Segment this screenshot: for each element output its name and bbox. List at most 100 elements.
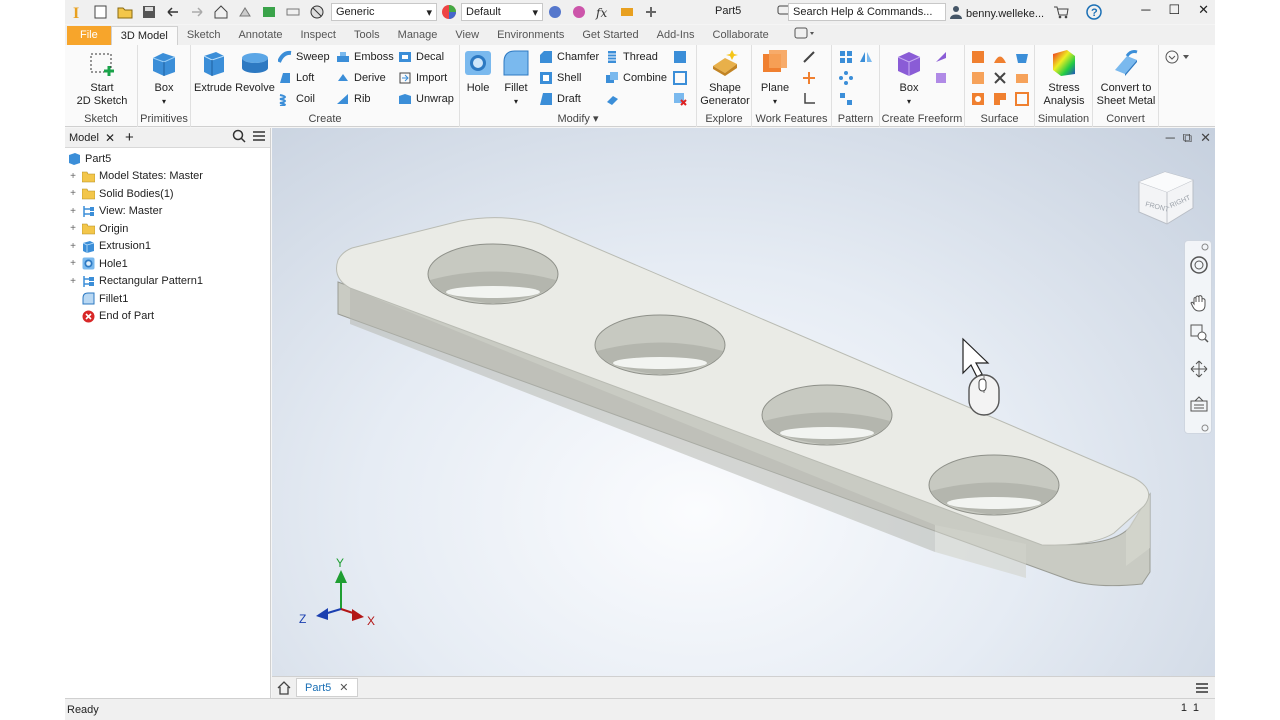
mirror-icon[interactable]: [859, 50, 873, 64]
hole-button[interactable]: Hole: [462, 48, 494, 95]
freeform-box-button[interactable]: Box ▾: [892, 48, 926, 108]
shape-generator-button[interactable]: Shape Generator: [699, 48, 751, 108]
part-model[interactable]: [272, 128, 1215, 676]
combine-button[interactable]: Combine: [605, 69, 667, 87]
hole-2[interactable]: [594, 314, 726, 376]
add-icon[interactable]: [643, 4, 659, 20]
freeform-face-icon[interactable]: [934, 71, 948, 85]
document-tab-part5[interactable]: Part5 ✕: [296, 678, 358, 697]
redo-icon[interactable]: [189, 4, 205, 20]
pan-hand-icon[interactable]: [1189, 293, 1209, 313]
coil-button[interactable]: Coil: [278, 90, 315, 108]
expand-icon[interactable]: +: [68, 188, 78, 199]
rectangular-pattern-icon[interactable]: [839, 50, 853, 64]
tree-node[interactable]: Fillet1: [65, 290, 271, 308]
tab-collaborate[interactable]: Collaborate: [704, 26, 778, 45]
axis-icon[interactable]: [802, 50, 816, 64]
clear-icon[interactable]: [571, 4, 587, 20]
emboss-button[interactable]: Emboss: [336, 48, 394, 66]
maximize-icon[interactable]: ☐: [1168, 2, 1180, 18]
repair-bodies-icon[interactable]: [993, 92, 1007, 106]
close-icon[interactable]: ✕: [105, 131, 115, 145]
freeform-edit-icon[interactable]: [934, 50, 948, 64]
expand-icon[interactable]: +: [68, 171, 78, 182]
expand-icon[interactable]: +: [68, 206, 78, 217]
tree-node[interactable]: + Rectangular Pattern1: [65, 273, 271, 291]
sketch-driven-pattern-icon[interactable]: [839, 92, 853, 106]
material-icon[interactable]: [309, 4, 325, 20]
hole-3[interactable]: [761, 384, 893, 446]
trim-icon[interactable]: [971, 71, 985, 85]
menu-icon[interactable]: [1195, 681, 1209, 698]
tree-node[interactable]: + Model States: Master: [65, 168, 271, 186]
decal-button[interactable]: Decal: [398, 48, 444, 66]
tab-get-started[interactable]: Get Started: [573, 26, 647, 45]
navbar-options-icon[interactable]: [1189, 423, 1209, 432]
save-icon[interactable]: [141, 4, 157, 20]
measure-icon[interactable]: [285, 4, 301, 20]
tab-annotate[interactable]: Annotate: [229, 26, 291, 45]
align-icon[interactable]: [619, 4, 635, 20]
fx-parameters-icon[interactable]: fx: [595, 4, 611, 20]
tab-add-ins[interactable]: Add-Ins: [648, 26, 704, 45]
patch-icon[interactable]: [1015, 50, 1029, 64]
shell-button[interactable]: Shell: [539, 69, 581, 87]
tab-inspect[interactable]: Inspect: [292, 26, 345, 45]
close-icon[interactable]: ✕: [339, 681, 348, 694]
material-combo[interactable]: Default ▾: [461, 3, 543, 21]
browser-tab-model[interactable]: Model: [69, 132, 99, 144]
revolve-button[interactable]: Revolve: [233, 48, 277, 95]
tree-node[interactable]: End of Part: [65, 308, 271, 326]
fillet-button[interactable]: Fillet ▾: [498, 48, 534, 108]
select-icon[interactable]: [261, 4, 277, 20]
direct-edit-icon[interactable]: [673, 50, 687, 64]
add-browser-tab-icon[interactable]: +: [125, 129, 134, 146]
graphics-viewport[interactable]: FRONT RIGHT Y X Z ─ ⧉ ✕: [272, 128, 1215, 676]
start-2d-sketch-button[interactable]: Start 2D Sketch: [71, 48, 133, 108]
new-file-icon[interactable]: [93, 4, 109, 20]
draft-button[interactable]: Draft: [539, 90, 581, 108]
tab-sketch[interactable]: Sketch: [178, 26, 230, 45]
stress-analysis-button[interactable]: Stress Analysis: [1039, 48, 1089, 108]
update-icon[interactable]: [237, 4, 253, 20]
box-primitive-button[interactable]: Box ▾: [146, 48, 182, 108]
delete-face-icon[interactable]: [673, 92, 687, 106]
restore-view-icon[interactable]: ⧉: [1183, 130, 1192, 146]
panel-modify-title[interactable]: Modify ▾: [460, 112, 696, 125]
search-icon[interactable]: [232, 129, 246, 146]
fit-mesh-face-icon[interactable]: [1015, 92, 1029, 106]
extrude-button[interactable]: Extrude: [193, 48, 233, 95]
extend-icon[interactable]: [993, 71, 1007, 85]
cart-icon[interactable]: [1053, 5, 1069, 22]
user-menu[interactable]: benny.welleke... ?: [949, 4, 1102, 23]
ribbon-options-icon[interactable]: [794, 27, 816, 42]
ucs-icon[interactable]: [802, 92, 816, 106]
minimize-view-icon[interactable]: ─: [1166, 130, 1175, 146]
tab-view[interactable]: View: [446, 26, 488, 45]
expand-icon[interactable]: +: [68, 241, 78, 252]
thread-button[interactable]: Thread: [605, 48, 658, 66]
look-at-icon[interactable]: [1189, 395, 1209, 415]
tree-node[interactable]: + Hole1: [65, 255, 271, 273]
convert-to-sheet-metal-button[interactable]: Convert to Sheet Metal: [1094, 48, 1158, 108]
orbit-icon[interactable]: [1189, 359, 1209, 379]
undo-icon[interactable]: [165, 4, 181, 20]
appearance-icon[interactable]: [441, 4, 457, 20]
import-button[interactable]: Import: [398, 69, 447, 87]
stitch-icon[interactable]: [971, 50, 985, 64]
view-cube[interactable]: FRONT RIGHT: [1135, 168, 1199, 230]
tab-tools[interactable]: Tools: [345, 26, 389, 45]
rib-button[interactable]: Rib: [336, 90, 371, 108]
tree-node[interactable]: + Solid Bodies(1): [65, 185, 271, 203]
thicken-icon[interactable]: [673, 71, 687, 85]
expand-icon[interactable]: +: [68, 258, 78, 269]
menu-icon[interactable]: [252, 129, 266, 146]
sweep-button[interactable]: Sweep: [277, 48, 330, 66]
derive-button[interactable]: Derive: [336, 69, 386, 87]
tree-root[interactable]: Part5: [65, 150, 271, 168]
close-view-icon[interactable]: ✕: [1200, 130, 1211, 146]
adjust-icon[interactable]: [547, 4, 563, 20]
close-icon[interactable]: ✕: [1198, 2, 1209, 18]
navbar-close-icon[interactable]: [1189, 242, 1209, 251]
help-icon[interactable]: ?: [1086, 4, 1102, 23]
